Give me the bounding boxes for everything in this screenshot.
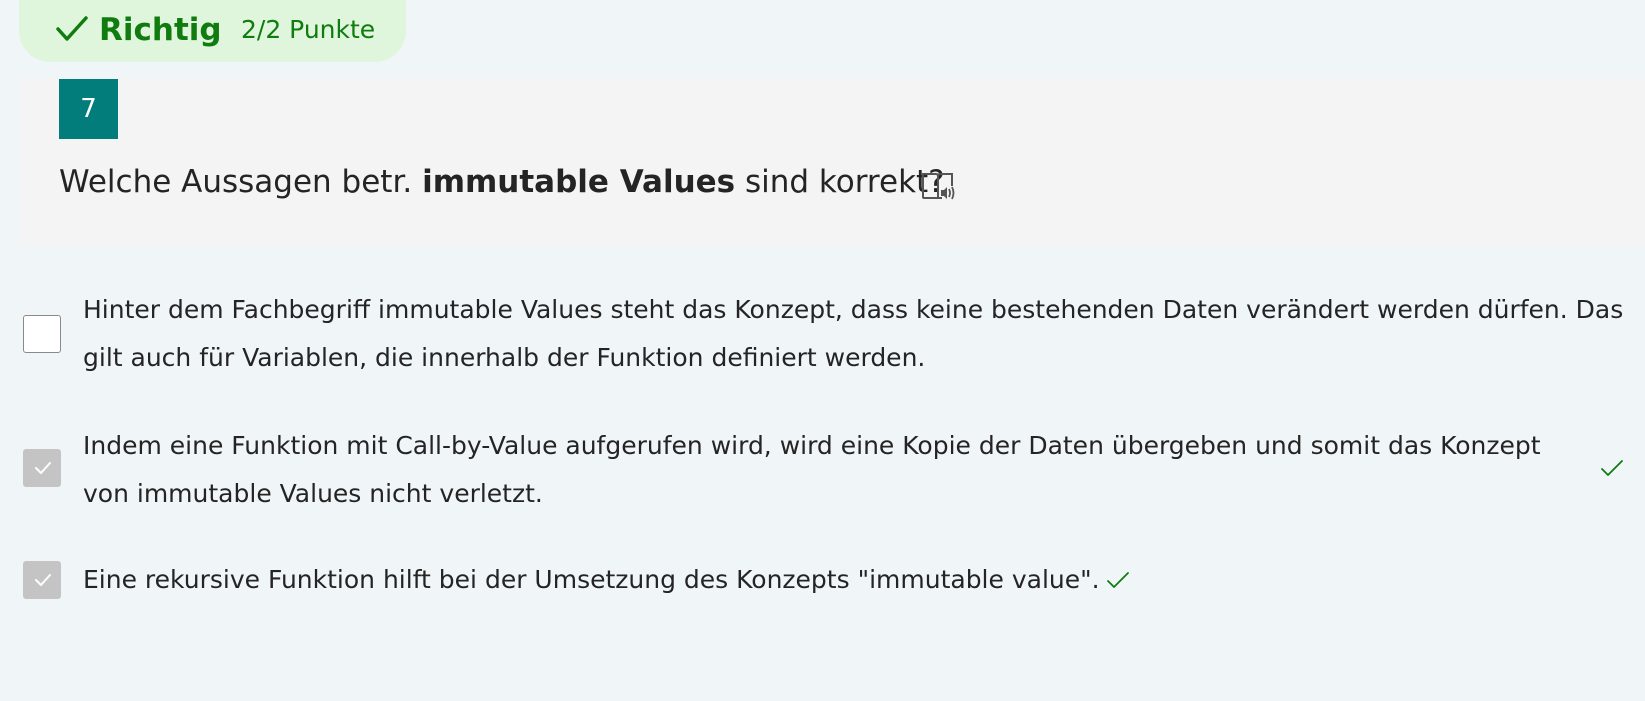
option-1-checkbox[interactable]	[23, 315, 61, 353]
checkbox-check-icon	[35, 574, 51, 586]
option-2-line-1: Indem eine Funktion mit Call-by-Value au…	[83, 431, 1541, 460]
option-2-text: Indem eine Funktion mit Call-by-Value au…	[83, 422, 1541, 518]
question-text-before: Welche Aussagen betr.	[59, 164, 423, 200]
option-2-line-2: von immutable Values nicht verletzt.	[83, 479, 543, 508]
option-3-checkbox[interactable]	[23, 561, 61, 599]
immersive-reader-icon[interactable]	[921, 170, 957, 202]
result-points: 2/2 Punkte	[241, 15, 376, 44]
question-number: 7	[59, 79, 118, 139]
result-badge: Richtig 2/2 Punkte	[19, 0, 406, 62]
checkbox-check-icon	[35, 462, 51, 474]
question-card: 7 Welche Aussagen betr. immutable Values…	[19, 78, 1645, 246]
option-2-checkbox[interactable]	[23, 449, 61, 487]
question-title: Welche Aussagen betr. immutable Values s…	[59, 162, 945, 202]
checkmark-icon	[56, 16, 88, 41]
result-status: Richtig	[99, 12, 222, 48]
question-text-after: sind korrekt?	[735, 164, 945, 200]
option-1-text: Hinter dem Fachbegriff immutable Values …	[83, 286, 1623, 382]
option-1-line-2: gilt auch für Variablen, die innerhalb d…	[83, 343, 926, 372]
correct-answer-icon	[1107, 572, 1129, 588]
correct-answer-icon	[1601, 460, 1623, 476]
option-1-line-1: Hinter dem Fachbegriff immutable Values …	[83, 295, 1624, 324]
option-3-line-1: Eine rekursive Funktion hilft bei der Um…	[83, 565, 1100, 594]
option-3-text: Eine rekursive Funktion hilft bei der Um…	[83, 556, 1100, 604]
question-text-bold: immutable Values	[422, 164, 736, 200]
